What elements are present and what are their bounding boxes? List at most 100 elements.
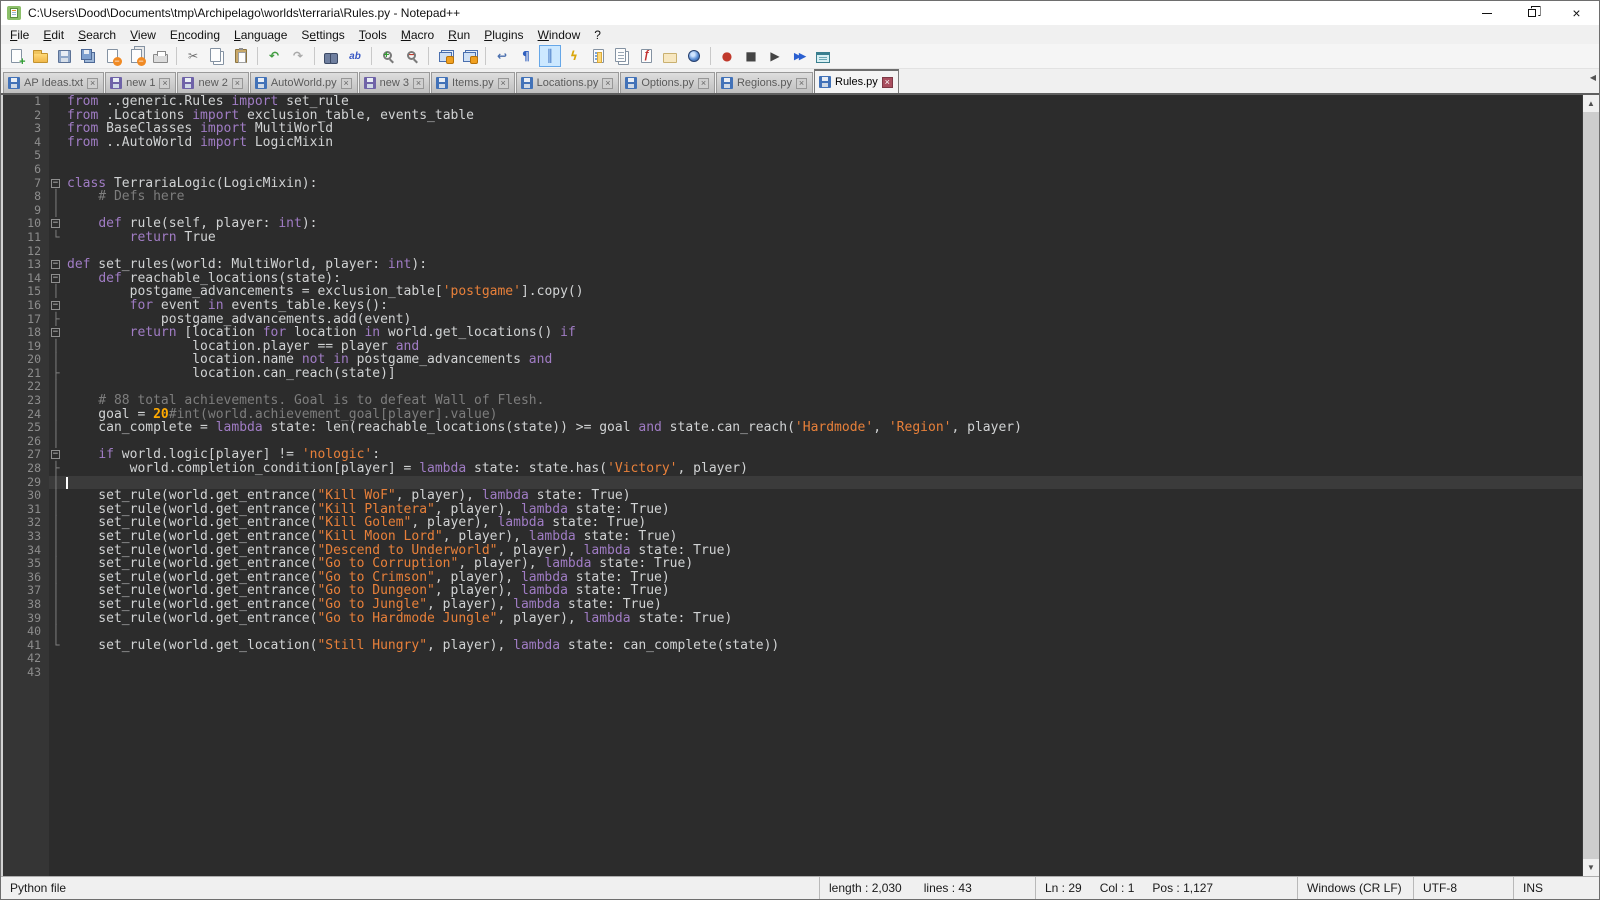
code-line[interactable]: 22│ (3, 380, 1582, 394)
close-tab-icon[interactable]: × (602, 78, 613, 89)
word-wrap-button[interactable]: ↩ (491, 45, 513, 67)
document-list-button[interactable] (611, 45, 633, 67)
open-folder-button[interactable] (29, 45, 51, 67)
code-line[interactable]: 1from ..generic.Rules import set_rule (3, 95, 1582, 109)
close-tab-icon[interactable]: × (341, 78, 352, 89)
tab-new-1[interactable]: new 1× (105, 72, 176, 93)
tab-options-py[interactable]: Options.py× (620, 72, 715, 93)
run-macro-multiple-button[interactable]: ▶▶ (788, 45, 810, 67)
print-button[interactable] (149, 45, 171, 67)
code-line[interactable]: 41└ set_rule(world.get_location("Still H… (3, 639, 1582, 653)
close-button[interactable]: × (1554, 1, 1599, 25)
cut-button[interactable]: ✂ (182, 45, 204, 67)
code-line[interactable]: 3from BaseClasses import MultiWorld (3, 122, 1582, 136)
code-line[interactable]: 32│ set_rule(world.get_entrance("Kill Go… (3, 516, 1582, 530)
code-line[interactable]: 34│ set_rule(world.get_entrance("Descend… (3, 544, 1582, 558)
menu-macro[interactable]: Macro (394, 26, 441, 44)
show-all-characters-button[interactable]: ¶ (515, 45, 537, 67)
code-line[interactable]: 38│ set_rule(world.get_entrance("Go to J… (3, 598, 1582, 612)
copy-button[interactable] (206, 45, 228, 67)
close-tab-icon[interactable]: × (159, 78, 170, 89)
code-line[interactable]: 11└ return True (3, 231, 1582, 245)
tab-rules-py[interactable]: Rules.py× (814, 69, 899, 93)
code-line[interactable]: 21├ location.can_reach(state)] (3, 367, 1582, 381)
code-line[interactable]: 18− return [location for location in wor… (3, 326, 1582, 340)
code-line[interactable]: 10− def rule(self, player: int): (3, 217, 1582, 231)
save-macro-button[interactable] (812, 45, 834, 67)
scroll-down-icon[interactable]: ▼ (1583, 859, 1599, 876)
code-line[interactable]: 12 (3, 245, 1582, 259)
menu-search[interactable]: Search (71, 26, 123, 44)
code-line[interactable]: 15│ postgame_advancements = exclusion_ta… (3, 285, 1582, 299)
code-line[interactable]: 29│ (3, 476, 1582, 490)
code-line[interactable]: 2from .Locations import exclusion_table,… (3, 109, 1582, 123)
tab-new-3[interactable]: new 3× (359, 72, 430, 93)
code-line[interactable]: 40│ (3, 625, 1582, 639)
tab-new-2[interactable]: new 2× (177, 72, 248, 93)
close-tab-icon[interactable]: × (698, 78, 709, 89)
tab-scroll-arrow-icon[interactable]: ◀ (1590, 73, 1596, 82)
tab-locations-py[interactable]: Locations.py× (516, 72, 620, 93)
code-line[interactable]: 8│ # Defs here (3, 190, 1582, 204)
function-list-button[interactable] (635, 45, 657, 67)
code-line[interactable]: 28├ world.completion_condition[player] =… (3, 462, 1582, 476)
find-button[interactable] (320, 45, 342, 67)
sync-vertical-scroll-button[interactable] (434, 45, 456, 67)
undo-button[interactable]: ↶ (263, 45, 285, 67)
menu-settings[interactable]: Settings (294, 26, 351, 44)
tab-regions-py[interactable]: Regions.py× (716, 72, 813, 93)
code-line[interactable]: 4from ..AutoWorld import LogicMixin (3, 136, 1582, 150)
code-line[interactable]: 30│ set_rule(world.get_entrance("Kill Wo… (3, 489, 1582, 503)
fold-collapse-icon[interactable]: − (51, 274, 60, 283)
fold-collapse-icon[interactable]: − (51, 179, 60, 188)
code-line[interactable]: 14− def reachable_locations(state): (3, 272, 1582, 286)
code-line[interactable]: 23│ # 88 total achievements. Goal is to … (3, 394, 1582, 408)
tab-autoworld-py[interactable]: AutoWorld.py× (250, 72, 358, 93)
menu-plugins[interactable]: Plugins (477, 26, 530, 44)
close-tab-icon[interactable]: × (796, 78, 807, 89)
code-line[interactable]: 19│ location.player == player and (3, 340, 1582, 354)
new-file-button[interactable] (5, 45, 27, 67)
fold-collapse-icon[interactable]: − (51, 301, 60, 310)
zoom-in-button[interactable] (377, 45, 399, 67)
code-line[interactable]: 43 (3, 666, 1582, 680)
code-line[interactable]: 6 (3, 163, 1582, 177)
zoom-out-button[interactable] (401, 45, 423, 67)
fold-collapse-icon[interactable]: − (51, 219, 60, 228)
close-file-button[interactable] (101, 45, 123, 67)
replace-button[interactable]: ab (344, 45, 366, 67)
code-line[interactable]: 36│ set_rule(world.get_entrance("Go to C… (3, 571, 1582, 585)
scroll-up-icon[interactable]: ▲ (1583, 95, 1599, 112)
sync-horizontal-scroll-button[interactable] (458, 45, 480, 67)
code-line[interactable]: 33│ set_rule(world.get_entrance("Kill Mo… (3, 530, 1582, 544)
code-line[interactable]: 5 (3, 149, 1582, 163)
close-tab-icon[interactable]: × (498, 78, 509, 89)
folder-workspace-button[interactable] (659, 45, 681, 67)
code-line[interactable]: 20│ location.name not in postgame_advanc… (3, 353, 1582, 367)
code-line[interactable]: 37│ set_rule(world.get_entrance("Go to D… (3, 584, 1582, 598)
code-line[interactable]: 13−def set_rules(world: MultiWorld, play… (3, 258, 1582, 272)
code-line[interactable]: 35│ set_rule(world.get_entrance("Go to C… (3, 557, 1582, 571)
restore-button[interactable] (1509, 1, 1554, 25)
vertical-scrollbar[interactable]: ▲ ▼ (1582, 95, 1599, 876)
menu-help[interactable]: ? (587, 26, 608, 44)
menu-encoding[interactable]: Encoding (163, 26, 227, 44)
document-map-button[interactable] (587, 45, 609, 67)
code-line[interactable]: 27− if world.logic[player] != 'nologic': (3, 448, 1582, 462)
paste-button[interactable] (230, 45, 252, 67)
menu-edit[interactable]: Edit (36, 26, 71, 44)
code-line[interactable]: 16− for event in events_table.keys(): (3, 299, 1582, 313)
code-line[interactable]: 7−class TerrariaLogic(LogicMixin): (3, 177, 1582, 191)
code-line[interactable]: 31│ set_rule(world.get_entrance("Kill Pl… (3, 503, 1582, 517)
redo-button[interactable]: ↷ (287, 45, 309, 67)
code-line[interactable]: 9│ (3, 204, 1582, 218)
menu-file[interactable]: File (3, 26, 36, 44)
stop-recording-button[interactable]: ■ (740, 45, 762, 67)
tab-ap-ideas-txt[interactable]: AP Ideas.txt× (3, 72, 104, 93)
code-line[interactable]: 42 (3, 652, 1582, 666)
menu-window[interactable]: Window (531, 26, 588, 44)
fold-collapse-icon[interactable]: − (51, 450, 60, 459)
fold-collapse-icon[interactable]: − (51, 260, 60, 269)
menu-view[interactable]: View (123, 26, 163, 44)
menu-language[interactable]: Language (227, 26, 294, 44)
